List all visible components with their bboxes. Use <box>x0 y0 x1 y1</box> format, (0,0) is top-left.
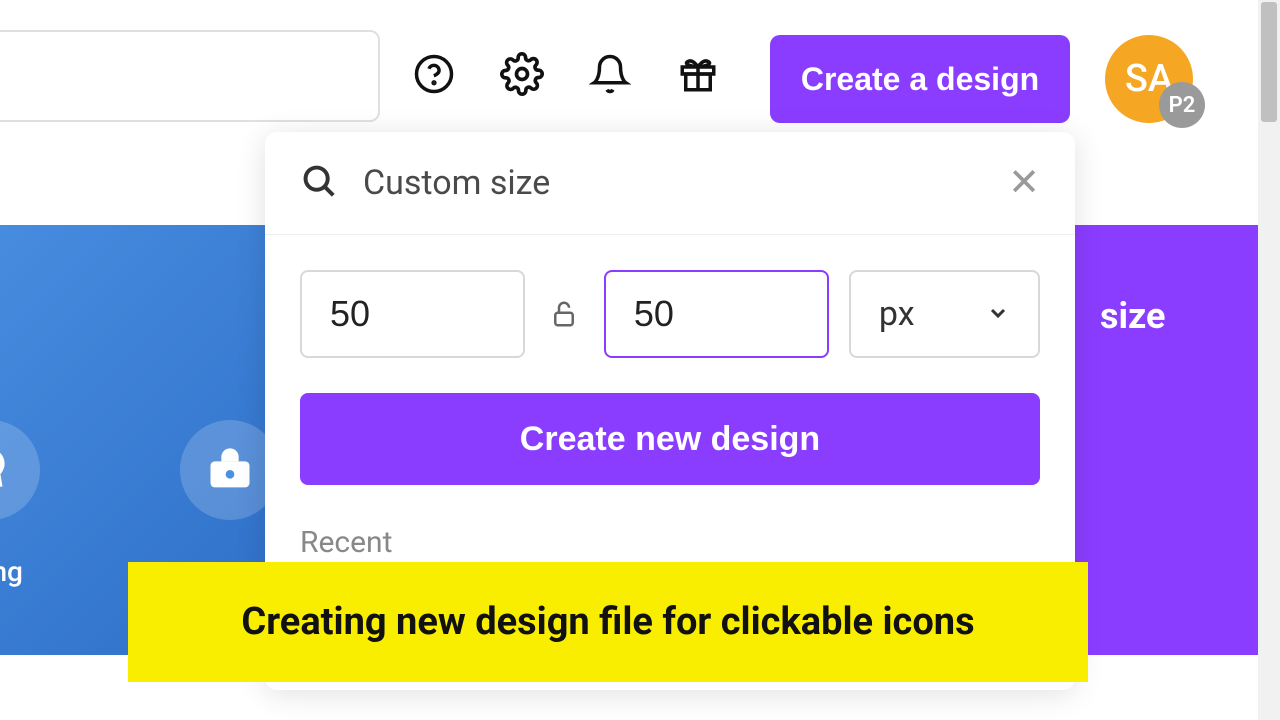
help-icon[interactable] <box>410 50 458 98</box>
width-input[interactable] <box>300 270 525 358</box>
search-input[interactable] <box>0 30 380 122</box>
chevron-down-icon <box>986 294 1010 334</box>
create-design-button[interactable]: Create a design <box>770 35 1070 123</box>
banner-right-text: size <box>1100 295 1166 337</box>
bell-icon[interactable] <box>586 50 634 98</box>
scrollbar-thumb[interactable] <box>1261 2 1277 122</box>
banner-right: size <box>1060 225 1280 655</box>
recent-label: Recent <box>300 525 1040 560</box>
avatar-badge: P2 <box>1159 82 1205 128</box>
gift-icon[interactable] <box>674 50 722 98</box>
close-icon[interactable]: ✕ <box>1008 164 1040 202</box>
scrollbar[interactable] <box>1258 0 1280 720</box>
create-new-design-button[interactable]: Create new design <box>300 393 1040 485</box>
category-label-1: eting <box>0 555 23 588</box>
gear-icon[interactable] <box>498 50 546 98</box>
unit-value: px <box>879 294 915 334</box>
avatar[interactable]: SA P2 <box>1105 35 1193 123</box>
caption-overlay: Creating new design file for clickable i… <box>128 562 1088 682</box>
unit-select[interactable]: px <box>849 270 1040 358</box>
lock-icon[interactable] <box>545 294 584 334</box>
search-icon <box>300 162 338 204</box>
height-input[interactable] <box>604 270 829 358</box>
popup-title: Custom size <box>363 163 983 203</box>
